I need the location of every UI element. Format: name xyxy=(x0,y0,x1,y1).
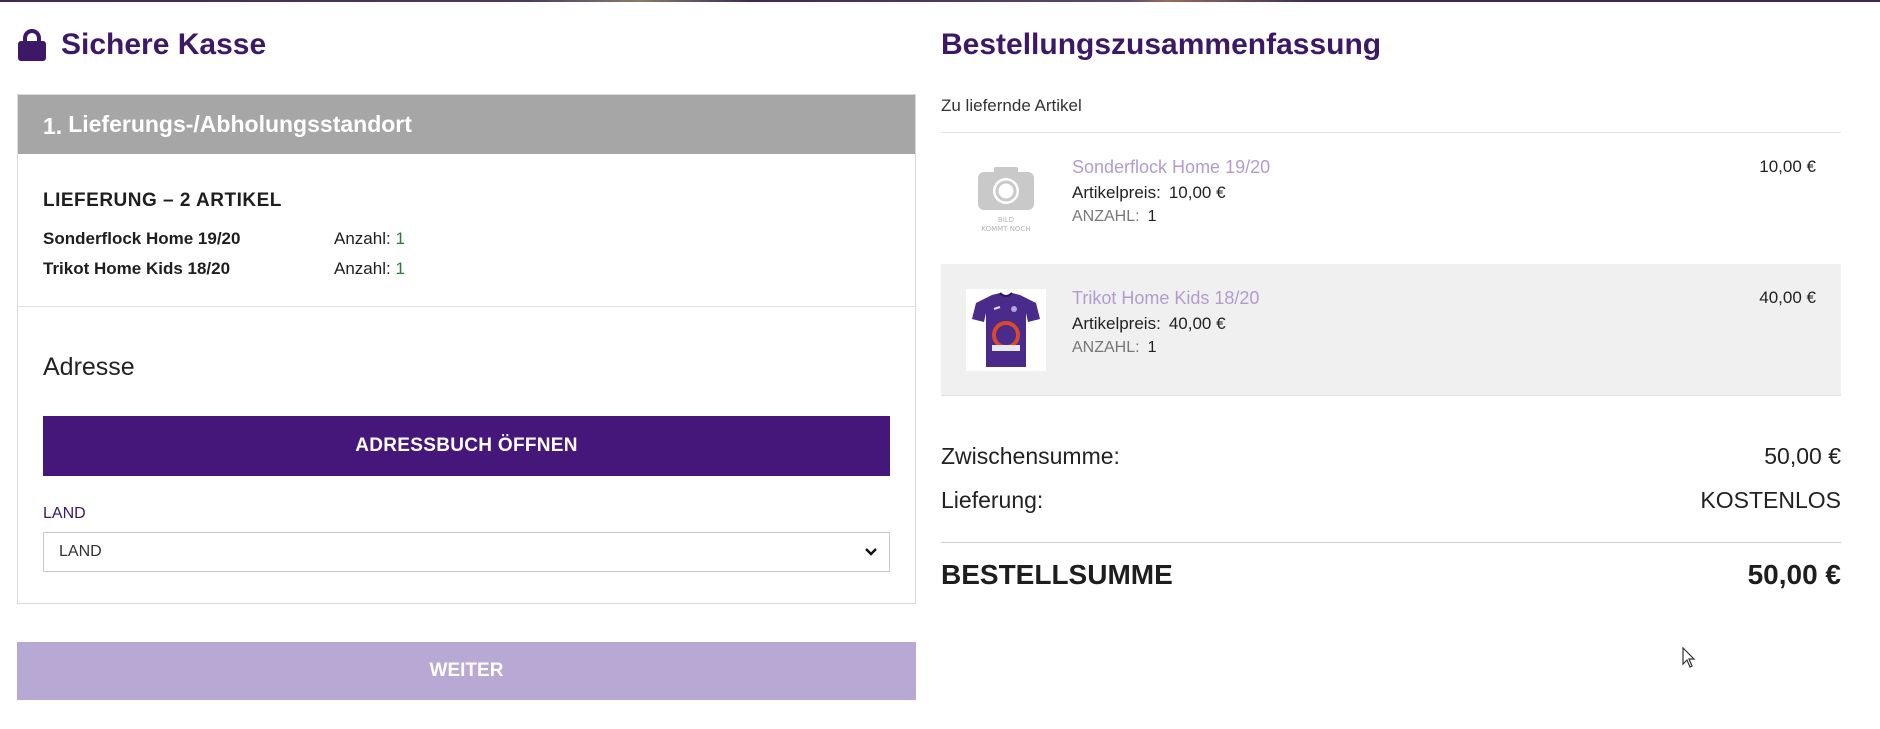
item-total: 40,00 € xyxy=(1759,288,1816,307)
product-link[interactable]: Sonderflock Home 19/20 xyxy=(1072,157,1270,178)
delivery-heading: LIEFERUNG – 2 ARTIKEL xyxy=(43,190,282,211)
address-heading: Adresse xyxy=(43,353,135,381)
summary-item: Trikot Home Kids 18/20 Artikelpreis: 40,0… xyxy=(941,264,1841,396)
qty-value: 1 xyxy=(1147,208,1157,225)
summary-title: Bestellungszusammenfassung xyxy=(941,28,1382,61)
lock-icon xyxy=(17,29,47,61)
delivery-item-qty: Anzahl: 1 xyxy=(334,259,405,279)
qty-value: 1 xyxy=(395,229,405,248)
qty-value: 1 xyxy=(1147,339,1157,356)
item-total: 10,00 € xyxy=(1759,157,1816,176)
step-number: 1. xyxy=(43,113,63,139)
divider xyxy=(941,542,1841,543)
shipping-label: Lieferung: xyxy=(941,487,1044,513)
product-image-placeholder: BILD KOMMT NOCH xyxy=(966,158,1046,240)
page-title: Sichere Kasse xyxy=(17,28,266,62)
quantity: ANZAHL: 1 xyxy=(1072,208,1156,226)
summary-item: BILD KOMMT NOCH Sonderflock Home 19/20 A… xyxy=(941,133,1841,264)
delivery-step-card: 1. Lieferungs-/Abholungsstandort LIEFERU… xyxy=(17,94,916,604)
step-title: Lieferungs-/Abholungsstandort xyxy=(68,111,412,137)
unit-price-label: Artikelpreis: xyxy=(1072,183,1161,202)
chevron-down-icon xyxy=(863,543,879,559)
qty-label: Anzahl: xyxy=(334,229,391,248)
unit-price: Artikelpreis: 10,00 € xyxy=(1072,183,1226,203)
open-addressbook-button[interactable]: ADRESSBUCH ÖFFNEN xyxy=(43,416,890,476)
jersey-image xyxy=(966,289,1046,371)
svg-text:BILD: BILD xyxy=(998,216,1014,224)
page-title-text: Sichere Kasse xyxy=(61,28,267,61)
qty-label: ANZAHL: xyxy=(1072,339,1140,356)
subtotal-value: 50,00 € xyxy=(1764,443,1841,469)
mouse-cursor-icon xyxy=(1682,646,1696,669)
items-label: Zu liefernde Artikel xyxy=(941,96,1082,115)
country-select-value: LAND xyxy=(59,543,102,560)
product-image xyxy=(966,289,1046,371)
camera-icon: BILD KOMMT NOCH xyxy=(978,167,1034,233)
unit-price-value: 40,00 € xyxy=(1168,314,1226,333)
svg-text:KOMMT NOCH: KOMMT NOCH xyxy=(981,225,1030,233)
qty-label: ANZAHL: xyxy=(1072,208,1140,225)
country-label: LAND xyxy=(43,505,86,522)
delivery-summary: LIEFERUNG – 2 ARTIKEL Sonderflock Home 1… xyxy=(18,154,915,307)
quantity: ANZAHL: 1 xyxy=(1072,339,1156,357)
unit-price: Artikelpreis: 40,00 € xyxy=(1072,314,1226,334)
country-select[interactable]: LAND xyxy=(43,532,890,572)
delivery-item-name: Trikot Home Kids 18/20 xyxy=(43,259,231,278)
delivery-item-qty: Anzahl: 1 xyxy=(334,229,405,249)
qty-label: Anzahl: xyxy=(334,259,391,278)
order-total-label: BESTELLSUMME xyxy=(941,559,1173,590)
unit-price-value: 10,00 € xyxy=(1168,183,1226,202)
step-header[interactable]: 1. Lieferungs-/Abholungsstandort xyxy=(18,95,915,154)
qty-value: 1 xyxy=(395,259,405,278)
continue-button[interactable]: WEITER xyxy=(17,642,916,700)
shipping-value: KOSTENLOS xyxy=(1700,487,1841,513)
top-banner-strip xyxy=(0,0,1880,2)
product-link[interactable]: Trikot Home Kids 18/20 xyxy=(1072,288,1259,309)
unit-price-label: Artikelpreis: xyxy=(1072,314,1161,333)
delivery-item-name: Sonderflock Home 19/20 xyxy=(43,229,241,248)
subtotal-label: Zwischensumme: xyxy=(941,443,1120,469)
order-total-value: 50,00 € xyxy=(1747,559,1841,590)
